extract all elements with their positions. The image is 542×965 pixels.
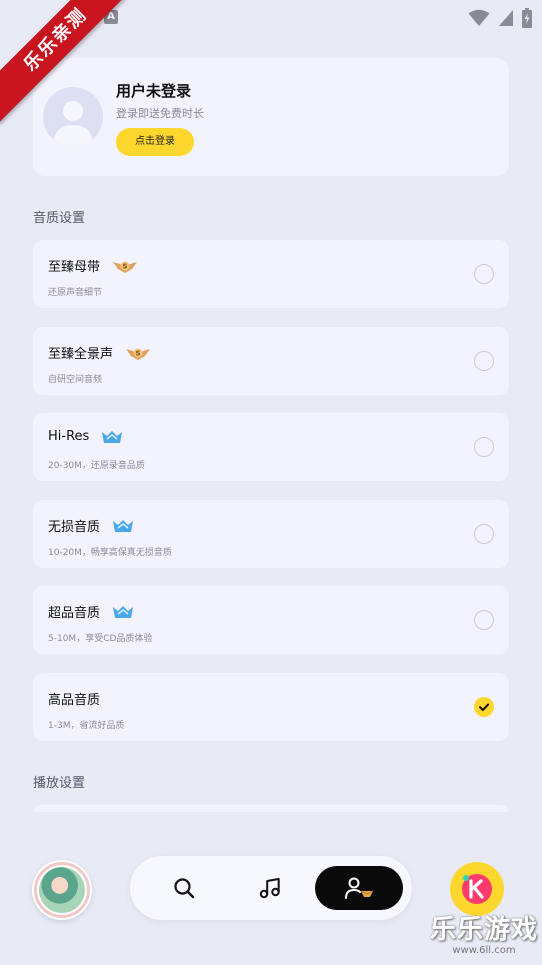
svg-text:S: S [122, 262, 127, 270]
radio-unchecked[interactable] [474, 437, 494, 457]
radio-checked[interactable] [474, 697, 494, 717]
profile-icon [345, 877, 374, 899]
quality-option-desc: 10-20M，畅享高保真无损音质 [48, 548, 172, 558]
quality-option-desc: 1-3M，省流好品质 [48, 721, 125, 731]
quality-option-desc: 20-30M，还原录音品质 [48, 461, 145, 471]
quality-option-label: 至臻全景声 [48, 347, 114, 362]
nav-music[interactable] [250, 868, 290, 908]
default-avatar-icon [53, 101, 93, 147]
quality-option-label: 超品音质 [48, 606, 101, 621]
radio-unchecked[interactable] [474, 610, 494, 630]
quality-option-label: Hi-Res [48, 429, 90, 444]
album-art [39, 867, 85, 913]
watermark: 乐乐游戏 www.6ll.com [428, 915, 540, 957]
nav-profile[interactable] [315, 866, 403, 910]
svg-text:S: S [135, 349, 140, 357]
quality-option-title: 高品音质 [48, 689, 100, 708]
quality-section-title: 音质设置 [33, 211, 86, 226]
profile-card[interactable]: 用户未登录 登录即送免费时长 点击登录 [33, 58, 509, 176]
quality-option-label: 无损音质 [48, 520, 101, 535]
vip-crown-badge-icon [101, 430, 123, 444]
quality-option-desc: 5-10M，享受CD品质体验 [48, 634, 153, 644]
quality-option[interactable]: 超品音质 5-10M，享受CD品质体验 [33, 586, 509, 654]
quality-option[interactable]: 无损音质 10-20M，畅享高保真无损音质 [33, 500, 509, 568]
radio-unchecked[interactable] [474, 524, 494, 544]
quality-option[interactable]: 高品音质 1-3M，省流好品质 [33, 673, 509, 741]
quality-option-title: 至臻母带 S [48, 256, 138, 275]
login-button[interactable]: 点击登录 [116, 128, 194, 156]
quality-option[interactable]: 至臻母带 S 还原声音细节 [33, 240, 509, 308]
battery-charging-icon [522, 8, 532, 28]
quality-option-desc: 还原声音细节 [48, 288, 103, 298]
k-song-button[interactable] [450, 862, 504, 916]
quality-option-title: Hi-Res [48, 429, 123, 444]
signal-icon [499, 10, 513, 26]
search-icon [174, 878, 195, 899]
avatar[interactable] [43, 87, 103, 147]
check-icon [479, 703, 490, 711]
radio-unchecked[interactable] [474, 351, 494, 371]
quality-option-title: 无损音质 [48, 516, 134, 535]
vip-crown-badge-icon [112, 519, 134, 533]
status-icons [468, 8, 532, 28]
quality-option-title: 超品音质 [48, 602, 134, 621]
playback-section-title: 播放设置 [33, 776, 86, 791]
music-note-icon [259, 878, 280, 899]
quality-option[interactable]: 至臻全景声 S 自研空间音频 [33, 327, 509, 395]
watermark-url: www.6ll.com [452, 945, 516, 956]
k-song-icon [462, 874, 492, 904]
svip-wing-badge-icon: S [125, 346, 151, 360]
quality-option-desc: 自研空间音频 [48, 375, 103, 385]
quality-option-label: 至臻母带 [48, 260, 101, 275]
login-promo-text: 登录即送免费时长 [116, 107, 204, 120]
nav-search[interactable] [164, 868, 204, 908]
quality-option-title: 至臻全景声 S [48, 343, 151, 362]
quality-option[interactable]: Hi-Res 20-30M，还原录音品质 [33, 413, 509, 481]
user-name: 用户未登录 [116, 82, 192, 100]
nav-pill [130, 856, 412, 920]
svip-wing-badge-icon: S [112, 259, 138, 273]
radio-unchecked[interactable] [474, 264, 494, 284]
quality-option-label: 高品音质 [48, 693, 101, 708]
vip-crown-badge-icon [112, 605, 134, 619]
watermark-title: 乐乐游戏 [429, 915, 538, 945]
wifi-icon [468, 9, 490, 26]
mini-player[interactable] [32, 860, 92, 920]
